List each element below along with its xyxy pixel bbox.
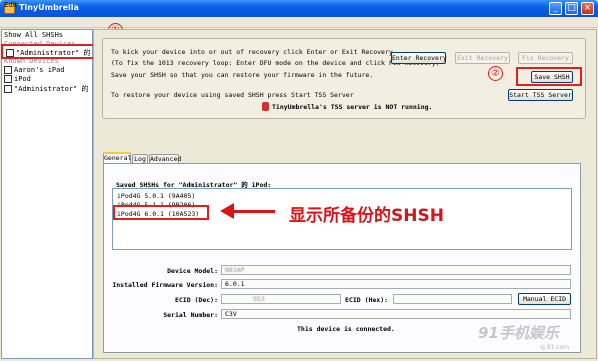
list-item-known-device[interactable]: "Administrator" 的 iPod — [4, 84, 92, 94]
close-icon[interactable]: × — [581, 2, 594, 15]
tss-status: TinyUmbrella's TSS server is NOT running… — [272, 103, 433, 111]
ecid-dec-label: ECID (Dec): — [174, 296, 218, 304]
device-model-value: N81AP — [225, 266, 245, 274]
minimize-icon[interactable]: _ — [549, 2, 562, 15]
window-title: TinyUmbrella — [19, 3, 79, 12]
manual-ecid-button[interactable]: Manual ECID — [518, 293, 571, 305]
save-shsh-instruction: Save your SHSH so that you can restore y… — [111, 71, 374, 79]
annotation-box-save-shsh — [516, 67, 582, 86]
annotation-box-shsh-list — [113, 205, 209, 220]
arrow-left-icon — [220, 203, 234, 219]
maximize-icon[interactable]: □ — [565, 2, 578, 15]
menu-bar — [0, 17, 598, 28]
watermark-logo: 91手机娱乐 — [478, 324, 559, 342]
connection-status: This device is connected. — [297, 325, 395, 333]
exit-recovery-button[interactable]: Exit Recovery — [455, 52, 510, 64]
device-list[interactable]: Show All SHSHs Connected Devices "Admini… — [1, 29, 93, 359]
ecid-dec-field: 953 — [221, 294, 341, 304]
device-name: iPod — [14, 75, 31, 83]
annotation-marker-2: ② — [488, 66, 503, 81]
serial-number-value: C3V — [225, 310, 237, 318]
device-name: Aaron's iPad — [14, 66, 65, 74]
serial-number-label: Serial Number: — [163, 311, 218, 319]
device-checkbox[interactable] — [4, 66, 12, 74]
enter-recovery-button[interactable]: Enter Recovery — [391, 52, 447, 64]
list-item-known-device[interactable]: iPod — [4, 75, 31, 83]
annotation-caption: 显示所备份的SHSH — [289, 206, 444, 226]
list-item-show-all[interactable]: Show All SHSHs — [4, 31, 63, 39]
menu-edit[interactable]: Edit — [4, 1, 18, 9]
device-name: "Administrator" 的 iPod — [14, 85, 92, 93]
arrow-shaft — [233, 210, 275, 213]
device-checkbox[interactable] — [4, 75, 12, 83]
firmware-version-label: Installed Firmware Version: — [112, 281, 218, 289]
firmware-version-field: 6.0.1 — [221, 279, 571, 289]
device-model-field: N81AP — [221, 265, 571, 275]
watermark-url: sj.91.com — [540, 344, 570, 351]
fix-recovery-button[interactable]: Fix Recovery — [518, 52, 573, 64]
list-item-known-device[interactable]: Aaron's iPad — [4, 66, 65, 74]
ecid-hex-field — [393, 294, 512, 304]
warning-icon — [262, 102, 269, 111]
recovery-instruction-1: To kick your device into or out of recov… — [111, 48, 393, 56]
serial-number-field: C3V — [221, 309, 571, 319]
start-tss-server-button[interactable]: Start TSS Server — [508, 89, 573, 101]
device-model-label: Device Model: — [167, 267, 218, 275]
annotation-box-connected-device — [1, 44, 98, 59]
ecid-hex-label: ECID (Hex): — [345, 296, 389, 304]
firmware-version-value: 6.0.1 — [225, 280, 245, 288]
list-item[interactable]: iPod4G 5.0.1 (9A405) — [117, 192, 195, 200]
device-checkbox[interactable] — [4, 85, 12, 93]
tss-instruction: To restore your device using saved SHSH … — [111, 91, 354, 99]
title-bar — [0, 0, 598, 17]
ecid-dec-value: 953 — [253, 295, 265, 303]
